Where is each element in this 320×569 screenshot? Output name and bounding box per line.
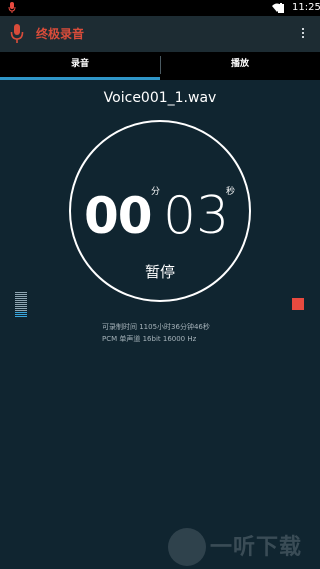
status-bar: 11:25 [0,0,320,16]
format-info-text: PCM 单声道 16bit 16000 Hz [102,335,197,343]
tab-play[interactable]: 播放 [160,52,320,77]
mic-icon [8,2,16,13]
stop-button[interactable] [292,298,304,310]
tab-bar: 录音 播放 [0,52,320,80]
app-mic-icon [10,24,24,43]
overflow-menu-icon[interactable] [300,26,306,44]
battery-icon [278,3,284,13]
watermark-logo-icon [168,528,206,566]
minutes-unit-label: 分 [151,187,161,197]
app-bar: 终极录音 [0,16,320,52]
watermark-text: 一听下载 [210,535,303,560]
timer-minutes: 00 [84,187,153,245]
tab-record[interactable]: 录音 [0,52,160,77]
app-title: 终极录音 [36,27,85,41]
recording-filename: Voice001_1.wav [103,90,217,106]
recording-info: 可录制时间 1105小时36分钟46秒 PCM 单声道 16bit 16000 … [102,321,210,345]
pause-button[interactable]: 暂停 [130,262,190,282]
remaining-time-text: 可录制时间 1105小时36分钟46秒 [102,323,210,331]
status-time: 11:25 [292,2,320,13]
watermark: 一听下载 [168,528,318,568]
seconds-unit-label: 秒 [226,187,236,197]
timer-seconds: 03 [163,186,230,246]
tab-active-indicator [0,77,160,80]
level-meter-icon [15,292,27,318]
